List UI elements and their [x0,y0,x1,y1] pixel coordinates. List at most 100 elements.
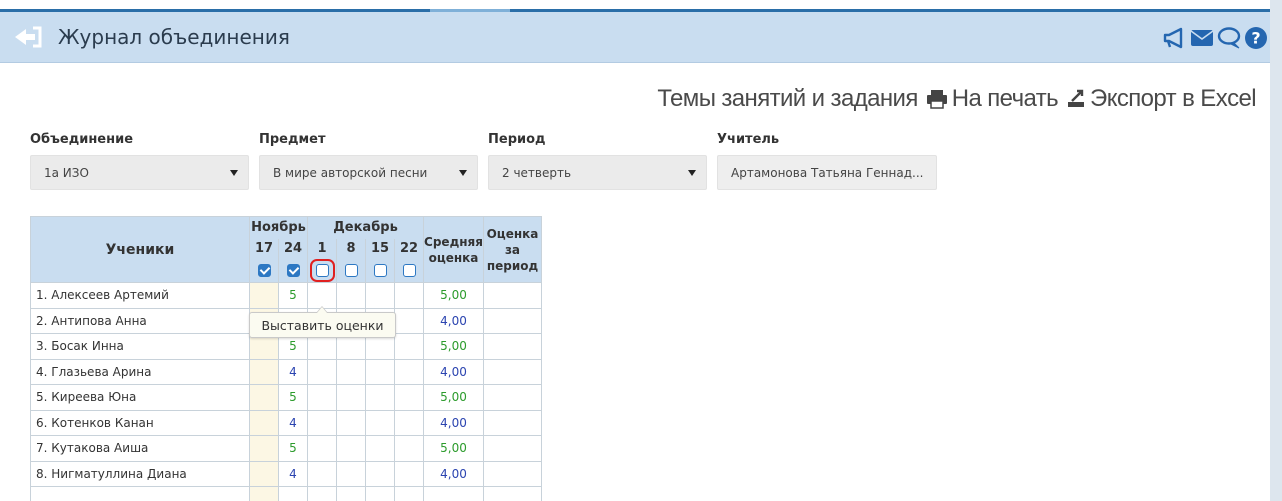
topics-link[interactable]: Темы занятий и задания [657,85,918,113]
day-header[interactable]: 15 [365,238,395,259]
svg-text:?: ? [1251,29,1260,48]
print-link[interactable]: На печать [926,85,1059,113]
day-header[interactable]: 1 [307,238,337,259]
grade-cell[interactable] [394,384,424,411]
teacher-field-value: Артамонова Татьяна Геннад... [731,165,924,180]
grade-cell[interactable] [336,460,366,487]
teacher-field: Артамонова Татьяна Геннад... [717,155,937,190]
grade-cell[interactable] [336,409,366,436]
students-header: Ученики [30,216,250,283]
grade-cell[interactable] [307,409,337,436]
grade-cell[interactable] [394,435,424,462]
grade-cell[interactable] [394,358,424,385]
day-header[interactable]: 17 [249,238,279,259]
grade-cell[interactable] [249,409,279,436]
period-header-line3: период [486,258,539,273]
lesson-checkbox[interactable] [373,264,387,278]
topics-link-label: Темы занятий и задания [657,85,918,112]
grade-cell[interactable] [394,486,424,501]
grade-cell[interactable]: 4 [278,358,308,385]
grade-cell[interactable] [249,460,279,487]
subject-select[interactable]: В мире авторской песни [259,155,478,190]
chevron-down-icon [688,170,696,176]
grade-cell[interactable]: 5 [278,282,308,309]
grade-cell[interactable] [365,486,395,501]
grade-cell[interactable] [365,282,395,309]
grade-cell[interactable] [394,333,424,360]
grade-cell[interactable] [336,384,366,411]
period-grade-cell[interactable] [483,384,542,411]
student-name: 7. Кутакова Аиша [30,435,250,462]
grade-cell[interactable] [249,486,279,501]
grade-cell[interactable] [307,460,337,487]
day-header[interactable]: 8 [336,238,366,259]
back-icon[interactable] [13,26,43,48]
day-header[interactable]: 24 [278,238,308,259]
header-icons: ? [1163,26,1268,50]
average-grade: 5,00 [423,384,484,411]
help-icon[interactable]: ? [1244,26,1268,50]
chevron-down-icon [459,170,467,176]
grade-cell[interactable] [336,282,366,309]
grade-cell[interactable]: 5 [278,435,308,462]
grade-cell[interactable] [307,384,337,411]
grade-cell[interactable] [278,486,308,501]
period-grade-cell[interactable] [483,282,542,309]
period-header-line2: за [504,242,521,257]
student-row [30,486,542,501]
student-row: 7. Кутакова Аиша 5 5,00 [30,435,542,462]
lesson-checkbox[interactable] [402,264,416,278]
chat-icon[interactable] [1217,26,1241,50]
period-select-value: 2 четверть [502,165,572,180]
period-grade-cell[interactable] [483,460,542,487]
grade-cell[interactable] [249,282,279,309]
student-name: 2. Антипова Анна [30,307,250,334]
grade-cell[interactable]: 5 [278,384,308,411]
lesson-checkbox[interactable] [344,264,358,278]
page-title: Журнал объединения [58,25,290,49]
grade-cell[interactable] [336,435,366,462]
group-select[interactable]: 1а ИЗО [30,155,249,190]
envelope-icon[interactable] [1190,26,1214,50]
period-grade-cell[interactable] [483,358,542,385]
grade-cell[interactable] [365,460,395,487]
grade-cell[interactable] [394,460,424,487]
grade-cell[interactable] [394,409,424,436]
period-grade-cell[interactable] [483,333,542,360]
grade-cell[interactable] [307,435,337,462]
period-grade-cell[interactable] [483,409,542,436]
period-grade-cell[interactable] [483,307,542,334]
grade-cell[interactable] [365,384,395,411]
lesson-checkbox[interactable] [315,263,329,277]
lesson-checkbox-checked[interactable] [257,264,271,278]
grade-cell[interactable] [365,435,395,462]
period-select[interactable]: 2 четверть [488,155,707,190]
grade-cell[interactable]: 4 [278,409,308,436]
filter-label-period: Период [488,132,546,147]
lesson-checkbox-checked[interactable] [286,264,300,278]
grade-cell[interactable] [249,384,279,411]
megaphone-icon[interactable] [1163,26,1187,50]
export-link[interactable]: Экспорт в Excel [1066,85,1257,113]
day-header[interactable]: 22 [394,238,424,259]
grade-cell[interactable] [365,358,395,385]
average-grade: 4,00 [423,358,484,385]
period-grade-header[interactable]: Оценка за период [483,216,542,283]
period-grade-cell[interactable] [483,435,542,462]
period-header-line1: Оценка [486,226,539,241]
grade-cell[interactable]: 4 [278,460,308,487]
period-grade-cell[interactable] [483,486,542,501]
grade-cell[interactable] [307,486,337,501]
grade-cell[interactable] [394,307,424,334]
tooltip: Выставить оценки [249,306,396,338]
grade-cell[interactable] [307,358,337,385]
grade-cell[interactable] [394,282,424,309]
student-row: 5. Киреева Юна 5 5,00 [30,384,542,411]
grade-cell[interactable] [249,435,279,462]
grade-cell[interactable] [365,409,395,436]
chevron-down-icon [230,170,238,176]
grade-cell[interactable] [336,358,366,385]
grade-cell[interactable] [307,282,337,309]
grade-cell[interactable] [249,358,279,385]
grade-cell[interactable] [336,486,366,501]
